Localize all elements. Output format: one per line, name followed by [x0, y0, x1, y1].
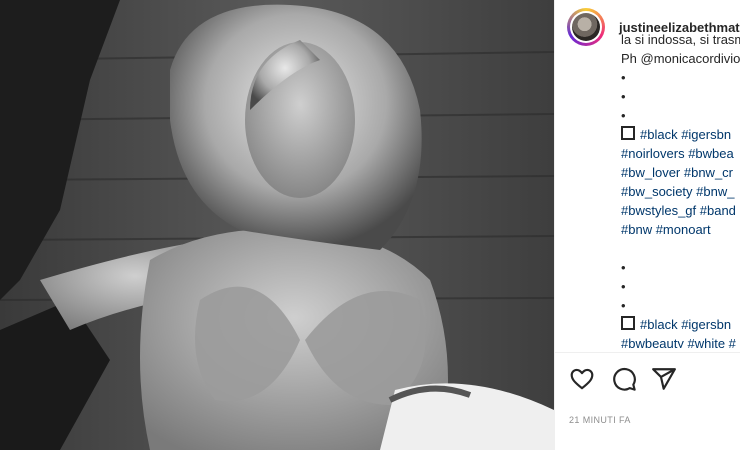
caption-line: •: [621, 296, 740, 315]
caption-hashtags[interactable]: #black #igersbn: [621, 315, 740, 334]
caption-line: •: [621, 68, 740, 87]
caption-line: Ph @monicacordivio: [621, 49, 740, 68]
caption-line: •: [621, 277, 740, 296]
caption-text: •: [621, 108, 626, 123]
caption-text: #black #igersbn: [640, 127, 732, 142]
avatar[interactable]: [567, 8, 605, 46]
caption-hashtags[interactable]: #noirlovers #bwbea: [621, 144, 740, 163]
caption-hashtags[interactable]: #bnw #monoart: [621, 220, 740, 239]
caption-text: #black #igersbn: [640, 317, 732, 332]
caption-hashtags[interactable]: #bw_society #bnw_: [621, 182, 740, 201]
share-icon[interactable]: [651, 366, 677, 392]
caption-line: la si indossa, si trasm: [621, 30, 740, 49]
caption-hashtags[interactable]: #bwbeauty #white #: [621, 334, 740, 348]
caption-line: •: [621, 258, 740, 277]
caption-hashtags[interactable]: #black #igersbn: [621, 125, 740, 144]
caption-line: •: [621, 106, 740, 125]
caption-text: #bw_society #bnw_: [621, 184, 735, 199]
caption-text: #bwstyles_gf #band: [621, 203, 736, 218]
like-icon[interactable]: [569, 366, 595, 392]
caption-line: [621, 239, 740, 258]
caption-text: •: [621, 89, 626, 104]
square-icon: [621, 126, 635, 140]
caption-line: •: [621, 87, 740, 106]
caption-hashtags[interactable]: #bw_lover #bnw_cr: [621, 163, 740, 182]
square-icon: [621, 316, 635, 330]
divider: [555, 352, 740, 353]
caption-text: Ph @monicacordivio: [621, 51, 740, 66]
caption-text: #noirlovers #bwbea: [621, 146, 734, 161]
caption-text: •: [621, 279, 626, 294]
caption-text: •: [621, 298, 626, 313]
avatar-image: [572, 13, 600, 41]
caption-text: #bw_lover #bnw_cr: [621, 165, 734, 180]
post-timestamp[interactable]: 21 MINUTI FA: [569, 415, 631, 425]
post-caption: la si indossa, si trasm Ph @monicacordivi…: [621, 30, 740, 348]
caption-text: •: [621, 260, 626, 275]
caption-text: la si indossa, si trasm: [621, 32, 740, 47]
post-sidebar: justineelizabethmat la si indossa, si tr…: [554, 0, 740, 450]
caption-text: #bnw #monoart: [621, 222, 711, 237]
post-photo[interactable]: [0, 0, 554, 450]
caption-text: #bwbeauty #white #: [621, 336, 736, 348]
avatar-ring-inner: [570, 11, 602, 43]
caption-hashtags[interactable]: #bwstyles_gf #band: [621, 201, 740, 220]
comment-icon[interactable]: [611, 366, 637, 392]
caption-text: •: [621, 70, 626, 85]
